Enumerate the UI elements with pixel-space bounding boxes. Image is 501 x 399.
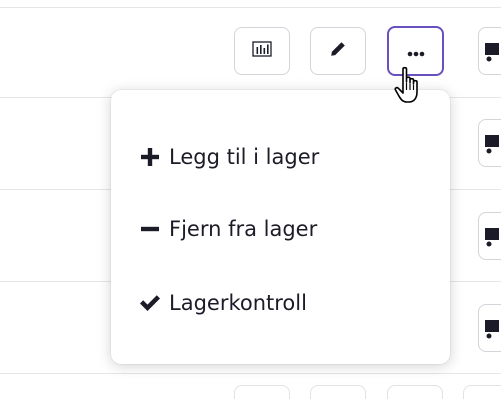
more-button[interactable]: [387, 385, 443, 399]
more-actions-menu: Legg til i lager Fjern fra lager Lagerko…: [111, 90, 450, 364]
edit-button[interactable]: [310, 27, 366, 75]
menu-item-add-to-stock[interactable]: Legg til i lager: [139, 139, 319, 175]
bar-chart-icon: [252, 41, 272, 61]
menu-item-label: Fjern fra lager: [169, 217, 318, 241]
cart-button[interactable]: [478, 119, 501, 167]
menu-item-remove-from-stock[interactable]: Fjern fra lager: [139, 211, 317, 247]
edit-button[interactable]: [310, 385, 366, 399]
menu-item-stock-check[interactable]: Lagerkontroll: [139, 285, 307, 321]
row-divider: [0, 373, 501, 374]
cart-button[interactable]: [478, 304, 501, 352]
cart-button[interactable]: [478, 212, 501, 260]
cart-button[interactable]: [478, 27, 501, 75]
row-divider: [0, 7, 501, 8]
page: Legg til i lager Fjern fra lager Lagerko…: [0, 0, 501, 399]
more-dots-icon: [407, 42, 425, 61]
hand-pointer-icon: [393, 66, 427, 106]
menu-item-label: Legg til i lager: [169, 145, 320, 169]
pencil-icon: [330, 41, 346, 61]
plus-icon: [139, 146, 161, 168]
menu-item-label: Lagerkontroll: [169, 291, 307, 315]
check-icon: [139, 292, 161, 314]
minus-icon: [139, 218, 161, 240]
statistics-button[interactable]: [234, 385, 290, 399]
statistics-button[interactable]: [234, 27, 290, 75]
cart-button[interactable]: [463, 385, 501, 399]
